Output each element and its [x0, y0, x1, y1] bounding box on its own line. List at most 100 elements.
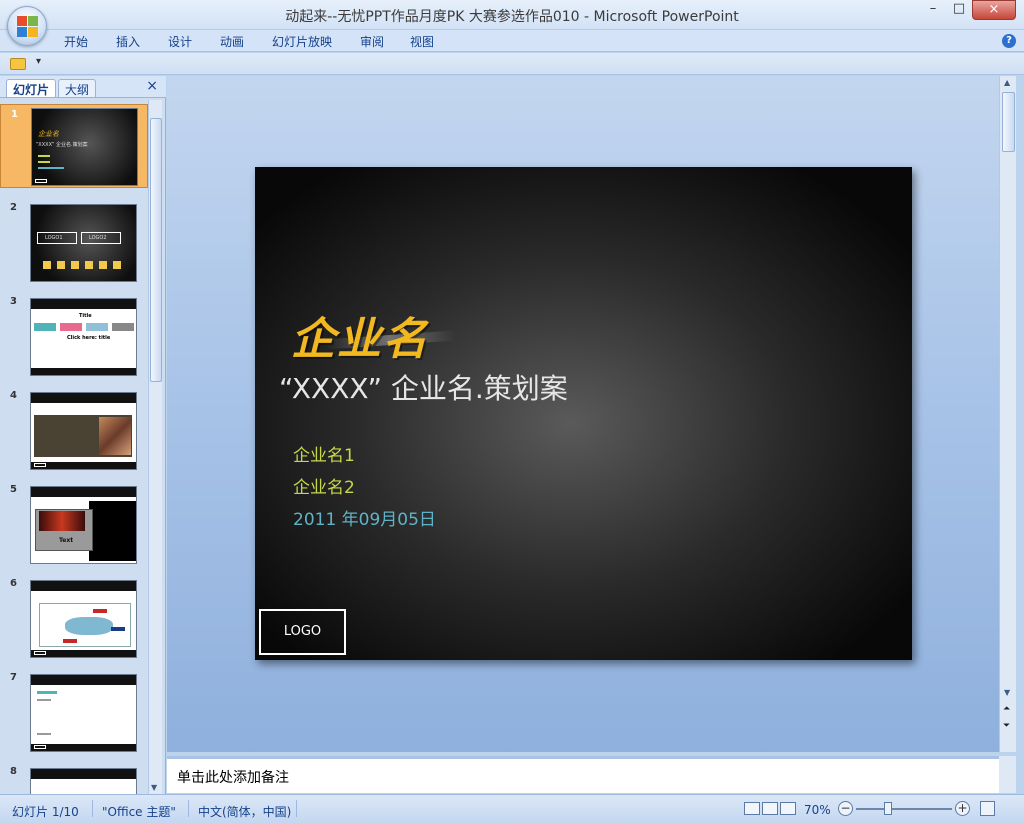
slide-subtitle[interactable]: “XXXX” 企业名.策划案 — [279, 367, 568, 407]
pane-tabs: 幻灯片 大纲 × — [0, 76, 166, 98]
thumbnail-preview — [30, 392, 137, 470]
tab-home[interactable]: 开始 — [64, 33, 88, 50]
tab-slides[interactable]: 幻灯片 — [6, 79, 57, 97]
thumbnail-number: 8 — [10, 766, 17, 777]
slide-editor: 企业名 “XXXX” 企业名.策划案 企业名1 企业名2 2011 年09月05… — [167, 76, 999, 752]
editor-scrollbar[interactable]: ▲ ▼ ⏶ ⏷ — [999, 76, 1016, 752]
language-indicator[interactable]: 中文(简体，中国) — [198, 803, 291, 820]
scroll-down-icon[interactable]: ▼ — [151, 783, 157, 792]
thumbnail-2[interactable]: 2 LOGO1 LOGO2 — [0, 198, 148, 282]
thumbnail-number: 6 — [10, 578, 17, 589]
zoom-level[interactable]: 70% — [804, 803, 831, 817]
office-logo-icon — [17, 16, 38, 37]
slide-line-2[interactable]: 企业名2 — [293, 473, 355, 498]
thumb-bottom-strip — [31, 744, 136, 751]
thumb-line — [38, 167, 64, 169]
thumb-box — [86, 323, 108, 331]
thumbnail-number: 5 — [10, 484, 17, 495]
scrollbar-thumb[interactable] — [1002, 92, 1015, 152]
zoom-slider-handle[interactable] — [884, 802, 892, 815]
thumb-line — [37, 691, 57, 694]
thumb-top-strip — [31, 487, 136, 497]
thumb-top-strip — [31, 393, 136, 403]
slide-date[interactable]: 2011 年09月05日 — [293, 505, 436, 530]
thumbnail-number: 1 — [11, 109, 18, 120]
slide-logo-box[interactable]: LOGO — [259, 609, 346, 655]
divider — [92, 800, 93, 817]
slide-sorter-view-icon[interactable] — [762, 802, 778, 815]
tab-view[interactable]: 视图 — [410, 33, 434, 50]
scroll-down-icon[interactable]: ▼ — [1004, 688, 1010, 697]
notes-placeholder[interactable]: 单击此处添加备注 — [177, 767, 289, 787]
thumb-map — [65, 617, 113, 635]
thumb-box — [34, 323, 56, 331]
thumbnail-1[interactable]: 1 企业名 “XXXX” 企业名.策划案 — [0, 104, 148, 188]
close-button[interactable]: × — [972, 0, 1016, 20]
pane-close-icon[interactable]: × — [146, 78, 158, 94]
scroll-up-icon[interactable]: ▲ — [1004, 78, 1010, 87]
scrollbar-thumb[interactable] — [150, 118, 162, 382]
thumb-logo — [34, 557, 46, 561]
thumb-line — [38, 155, 50, 157]
thumb-logo — [35, 179, 47, 183]
thumbnail-preview — [30, 768, 137, 794]
thumb-photo — [99, 417, 131, 455]
thumbnail-5[interactable]: 5 Text — [0, 480, 148, 564]
thumb-title: Title — [79, 313, 92, 319]
office-button[interactable] — [7, 6, 47, 46]
notes-pane[interactable]: 单击此处添加备注 — [167, 756, 999, 793]
thumbnail-preview: Text — [30, 486, 137, 564]
tab-design[interactable]: 设计 — [168, 33, 192, 50]
thumb-logo — [34, 463, 46, 467]
thumbnail-scrollbar[interactable]: ▼ — [148, 100, 162, 794]
help-icon[interactable]: ? — [1002, 34, 1016, 48]
thumbnail-4[interactable]: 4 — [0, 386, 148, 470]
zoom-out-icon[interactable]: − — [838, 801, 853, 816]
current-slide[interactable]: 企业名 “XXXX” 企业名.策划案 企业名1 企业名2 2011 年09月05… — [255, 167, 912, 660]
thumbnail-preview: 企业名 “XXXX” 企业名.策划案 — [31, 108, 138, 186]
tab-insert[interactable]: 插入 — [116, 33, 140, 50]
slide-counter: 幻灯片 1/10 — [12, 805, 79, 819]
thumb-box — [60, 323, 82, 331]
thumb-box — [112, 323, 134, 331]
thumb-tag — [111, 627, 125, 631]
fit-to-window-icon[interactable] — [980, 801, 995, 816]
thumbnail-preview: Title Click here: title — [30, 298, 137, 376]
zoom-in-icon[interactable]: + — [955, 801, 970, 816]
thumb-logo-text: LOGO1 — [45, 235, 63, 241]
thumbnail-number: 2 — [10, 202, 17, 213]
tab-review[interactable]: 审阅 — [360, 33, 384, 50]
thumb-bottom-strip — [31, 650, 136, 657]
previous-slide-icon[interactable]: ⏶ — [1003, 704, 1010, 714]
thumbnail-number: 4 — [10, 390, 17, 401]
divider — [296, 800, 297, 817]
thumbnail-7[interactable]: 7 — [0, 668, 148, 752]
slide-company-name[interactable]: 企业名 — [291, 303, 429, 367]
status-bar: 幻灯片 1/10 "Office 主题" 中文(简体，中国) 70% − + — [0, 794, 1024, 823]
thumbnail-6[interactable]: 6 — [0, 574, 148, 658]
theme-name[interactable]: "Office 主题" — [102, 803, 176, 820]
slide-line-1[interactable]: 企业名1 — [293, 441, 355, 466]
normal-view-icon[interactable] — [744, 802, 760, 815]
tab-animations[interactable]: 动画 — [220, 33, 244, 50]
thumb-top-strip — [31, 581, 136, 591]
maximize-button[interactable]: □ — [948, 0, 970, 20]
thumb-logo-text: LOGO2 — [89, 235, 107, 241]
qat-dropdown-icon[interactable]: ▾ — [36, 56, 41, 67]
zoom-slider-track[interactable] — [856, 808, 952, 810]
tab-outline[interactable]: 大纲 — [58, 79, 97, 97]
thumb-tag — [63, 639, 77, 643]
thumb-logo — [34, 651, 46, 655]
thumbnail-3[interactable]: 3 Title Click here: title — [0, 292, 148, 376]
thumbnail-preview — [30, 580, 137, 658]
quick-access-toolbar: ▾ — [0, 53, 1024, 75]
slideshow-view-icon[interactable] — [780, 802, 796, 815]
tab-slideshow[interactable]: 幻灯片放映 — [272, 33, 332, 50]
thumbnail-number: 3 — [10, 296, 17, 307]
thumb-line — [37, 733, 51, 735]
thumbnail-8[interactable]: 8 — [0, 762, 148, 794]
next-slide-icon[interactable]: ⏷ — [1003, 721, 1010, 731]
minimize-button[interactable]: – — [922, 0, 944, 20]
thumb-dark-area — [89, 501, 136, 561]
open-folder-icon[interactable] — [10, 58, 26, 70]
